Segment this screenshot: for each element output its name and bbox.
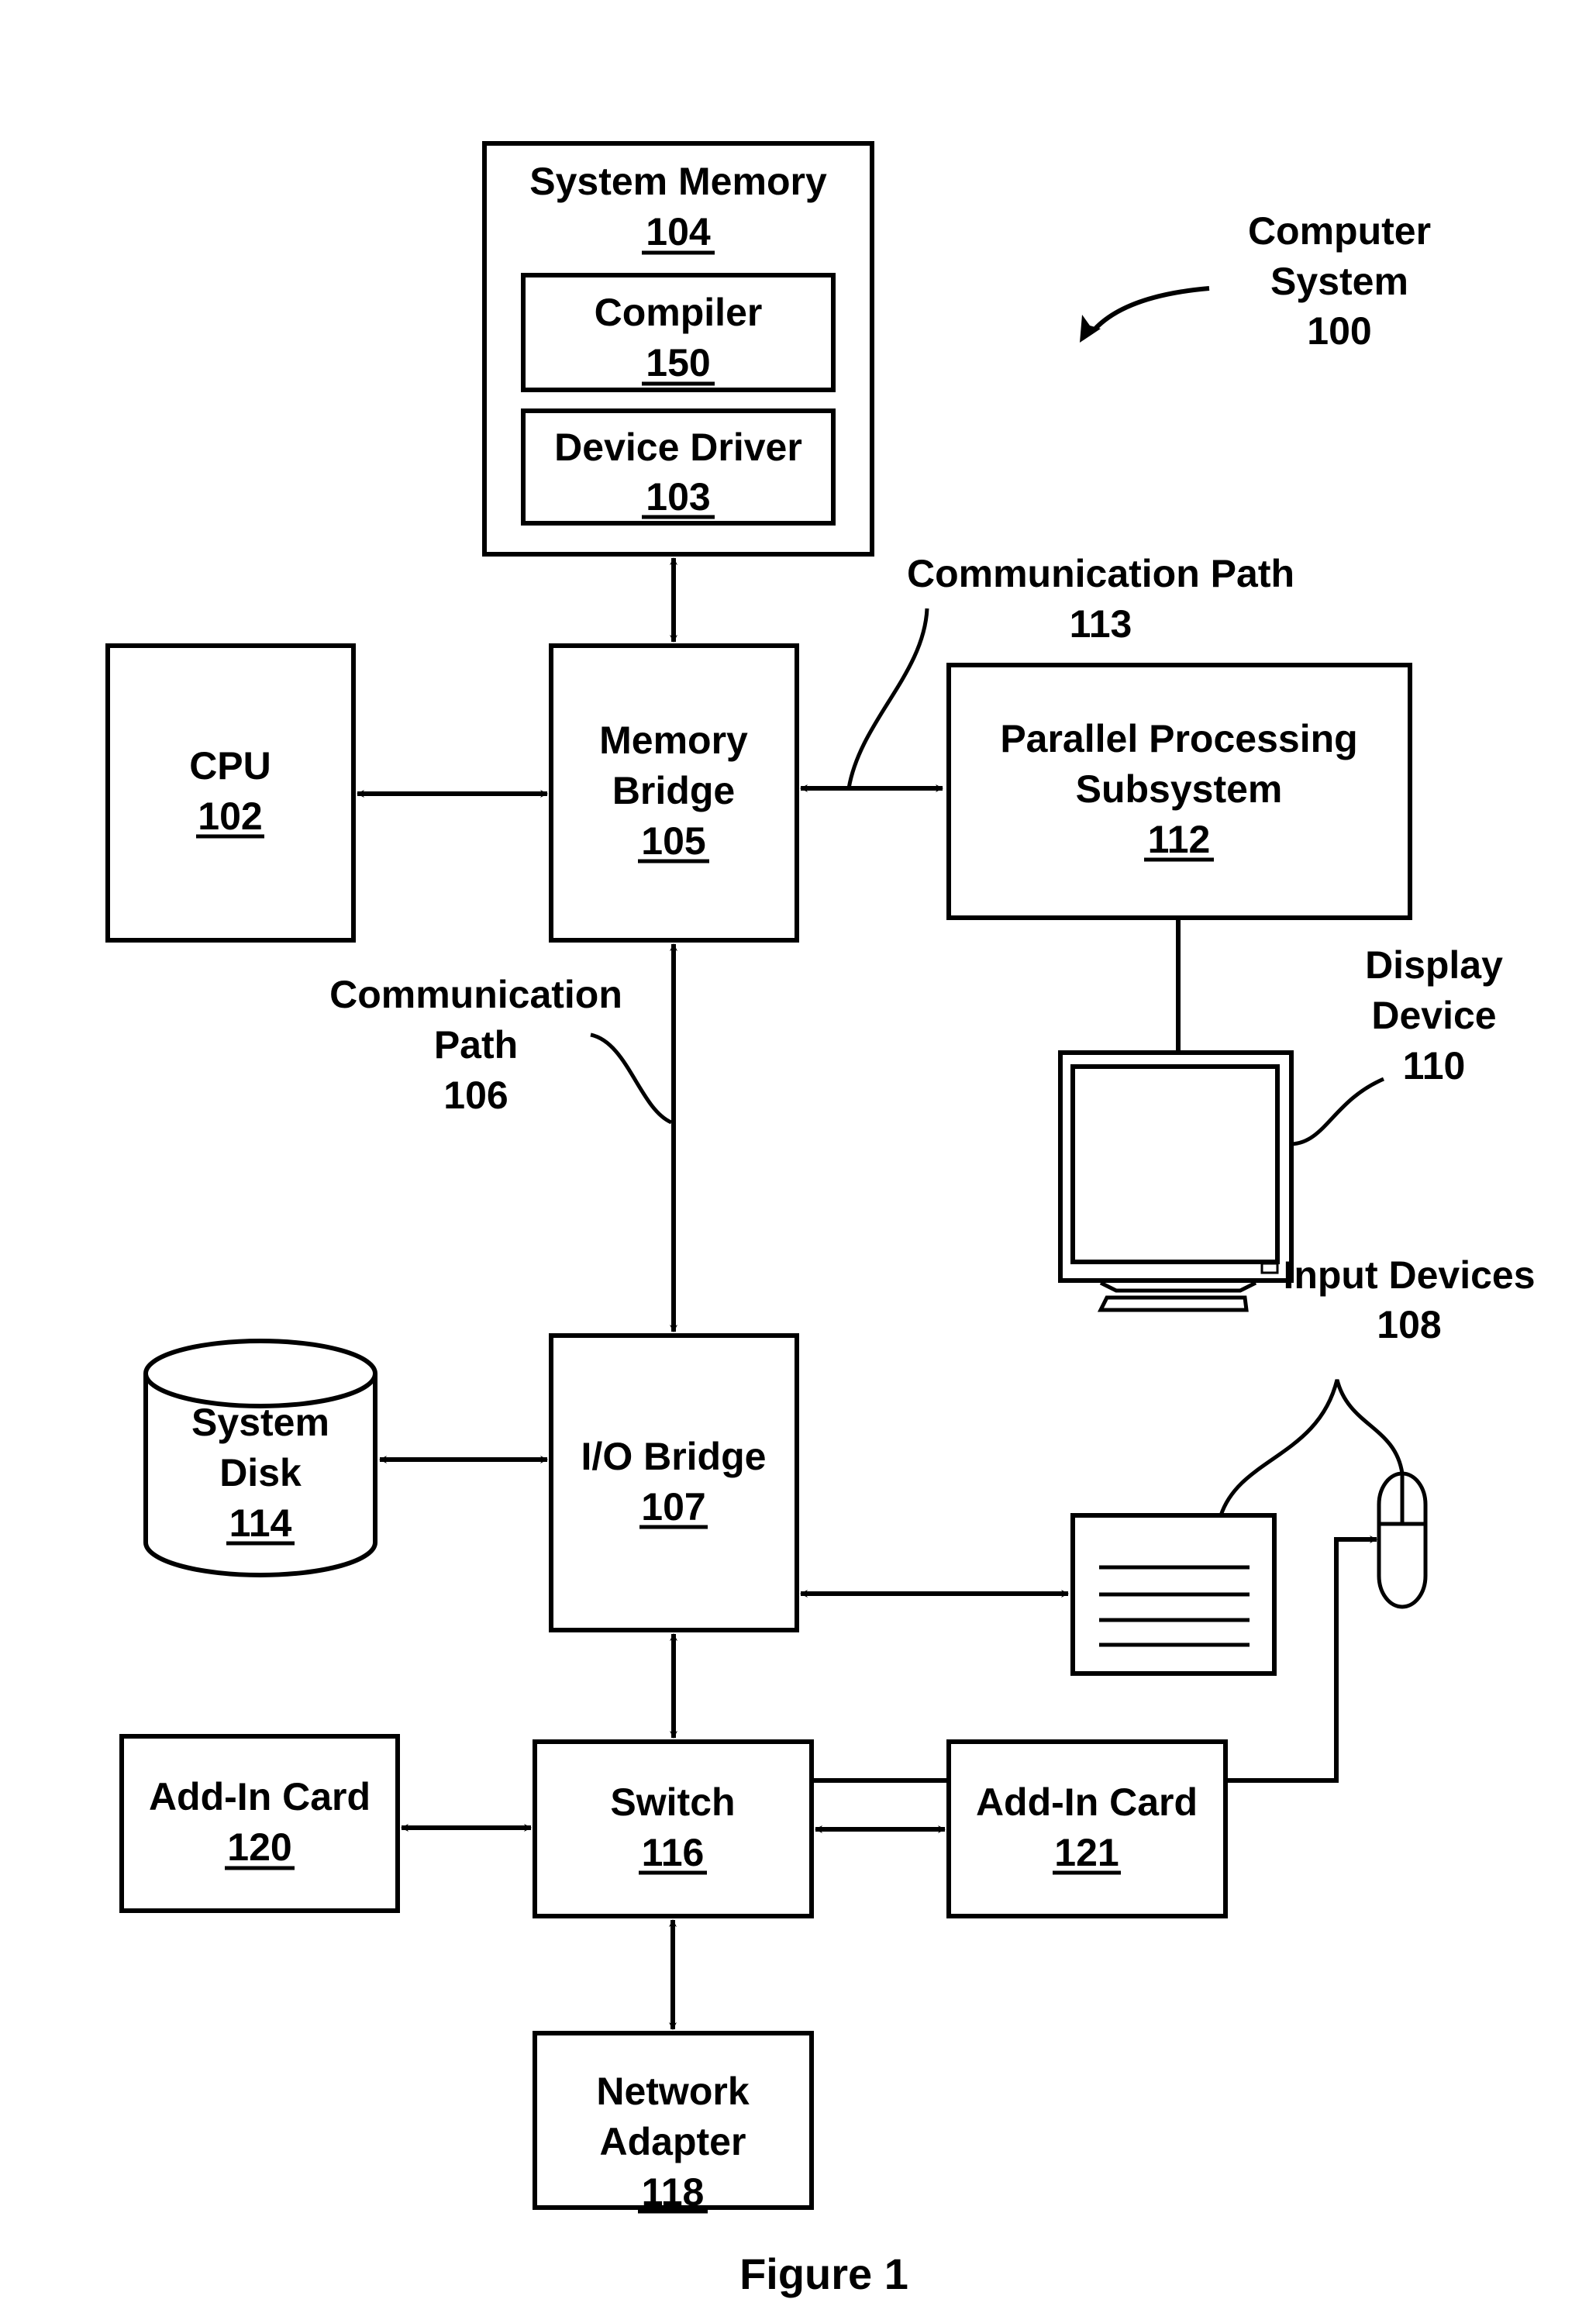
compiler-block: Compiler 150: [521, 273, 836, 392]
network-adapter-ref: 118: [642, 2170, 705, 2214]
system-disk-label-line1: System: [191, 1401, 329, 1444]
computer-system-label-line1: Computer: [1248, 209, 1431, 253]
computer-system-label: Computer System 100: [1080, 209, 1431, 353]
monitor-stand-base: [1097, 1295, 1249, 1312]
display-device-leader: [1291, 1077, 1384, 1146]
system-disk-label-line2: Disk: [219, 1451, 302, 1494]
input-devices-label: Input Devices: [1283, 1253, 1535, 1297]
cpu-box: [105, 643, 356, 943]
display-device-label-line1: Display: [1365, 943, 1503, 987]
io-bridge-block: I/O Bridge 107: [549, 1333, 799, 1632]
add-in-card-121-box: [946, 1739, 1228, 1918]
communication-path-106-label-line1: Communication: [329, 973, 622, 1016]
io-bridge-ref: 107: [641, 1485, 705, 1529]
monitor-power-button: [1260, 1262, 1279, 1274]
network-adapter-label-line2: Adapter: [600, 2120, 746, 2163]
system-memory-ref: 104: [646, 210, 711, 253]
keyboard-icon: [1070, 1513, 1277, 1676]
system-memory-label: System Memory: [529, 160, 827, 203]
communication-path-113-label: Communication Path: [907, 552, 1294, 595]
switch-block: Switch 116: [533, 1739, 814, 1918]
computer-system-pointer-arrow: [1092, 286, 1210, 332]
io-bridge-box: [549, 1333, 799, 1632]
network-adapter-label-line1: Network: [596, 2070, 749, 2113]
compiler-ref: 150: [646, 341, 710, 384]
io-bridge-label: I/O Bridge: [581, 1435, 767, 1478]
network-adapter-block: Network Adapter 118: [533, 2031, 814, 2214]
figure-caption: Figure 1: [739, 2249, 908, 2298]
switch-ref: 116: [642, 1831, 705, 1874]
mouse-icon: [1377, 1471, 1428, 1609]
communication-path-106-leader: [590, 1032, 673, 1125]
pps-ref: 112: [1148, 818, 1211, 861]
system-disk-block: System Disk 114: [143, 1339, 377, 1577]
memory-bridge-label-line1: Memory: [599, 719, 748, 762]
computer-system-diagram: .arr { stroke:#000; stroke-width:6; fill…: [105, 141, 1536, 2298]
device-driver-label: Device Driver: [554, 426, 802, 469]
memory-bridge-block: Memory Bridge 105: [549, 643, 799, 943]
system-disk-ref: 114: [229, 1501, 292, 1545]
display-device-ref: 110: [1403, 1044, 1466, 1088]
cpu-label: CPU: [189, 744, 271, 788]
communication-path-106: Communication Path 106: [329, 943, 677, 1332]
add-in-card-121-block: Add-In Card 121: [946, 1739, 1228, 1918]
memory-bridge-label-line2: Bridge: [612, 769, 735, 812]
parallel-processing-subsystem-block: Parallel Processing Subsystem 112: [946, 663, 1412, 920]
switch-box: [533, 1739, 814, 1918]
add-in-card-120-label: Add-In Card: [149, 1775, 371, 1818]
device-driver-ref: 103: [646, 475, 710, 519]
display-device-label-line2: Device: [1371, 994, 1496, 1037]
switch-label: Switch: [610, 1780, 735, 1824]
computer-system-pointer-arrowhead: [1080, 315, 1101, 343]
input-devices-brace: [1219, 1379, 1405, 1516]
add-in-card-120-block: Add-In Card 120: [119, 1734, 400, 1913]
add-in-card-121-label: Add-In Card: [976, 1780, 1198, 1824]
system-memory-block: System Memory 104 Compiler 150 Device Dr…: [482, 141, 874, 557]
computer-system-label-ref: 100: [1307, 309, 1371, 353]
device-driver-block: Device Driver 103: [521, 408, 836, 526]
add-in-card-121-ref: 121: [1054, 1831, 1119, 1874]
compiler-label: Compiler: [595, 291, 763, 334]
add-in-card-120-box: [119, 1734, 400, 1913]
computer-system-label-line2: System: [1270, 260, 1408, 303]
cpu-ref: 102: [198, 795, 262, 838]
monitor-screen: [1070, 1064, 1280, 1264]
monitor-neck: [1099, 1281, 1257, 1293]
input-devices: Input Devices 108: [1070, 1253, 1536, 1676]
communication-path-113-ref: 113: [1070, 602, 1132, 646]
communication-path-113-leader: [846, 608, 929, 789]
add-in-card-120-ref: 120: [227, 1825, 291, 1869]
memory-bridge-ref: 105: [641, 819, 705, 863]
communication-path-106-label-line2: Path: [434, 1023, 518, 1067]
monitor-icon: [1058, 1050, 1294, 1312]
disk-cylinder-top: [143, 1339, 377, 1408]
cpu-block: CPU 102: [105, 643, 356, 943]
pps-label-line1: Parallel Processing: [1000, 717, 1357, 760]
input-devices-ref: 108: [1377, 1303, 1441, 1346]
communication-path-106-ref: 106: [443, 1074, 508, 1117]
pps-label-line2: Subsystem: [1076, 767, 1283, 811]
